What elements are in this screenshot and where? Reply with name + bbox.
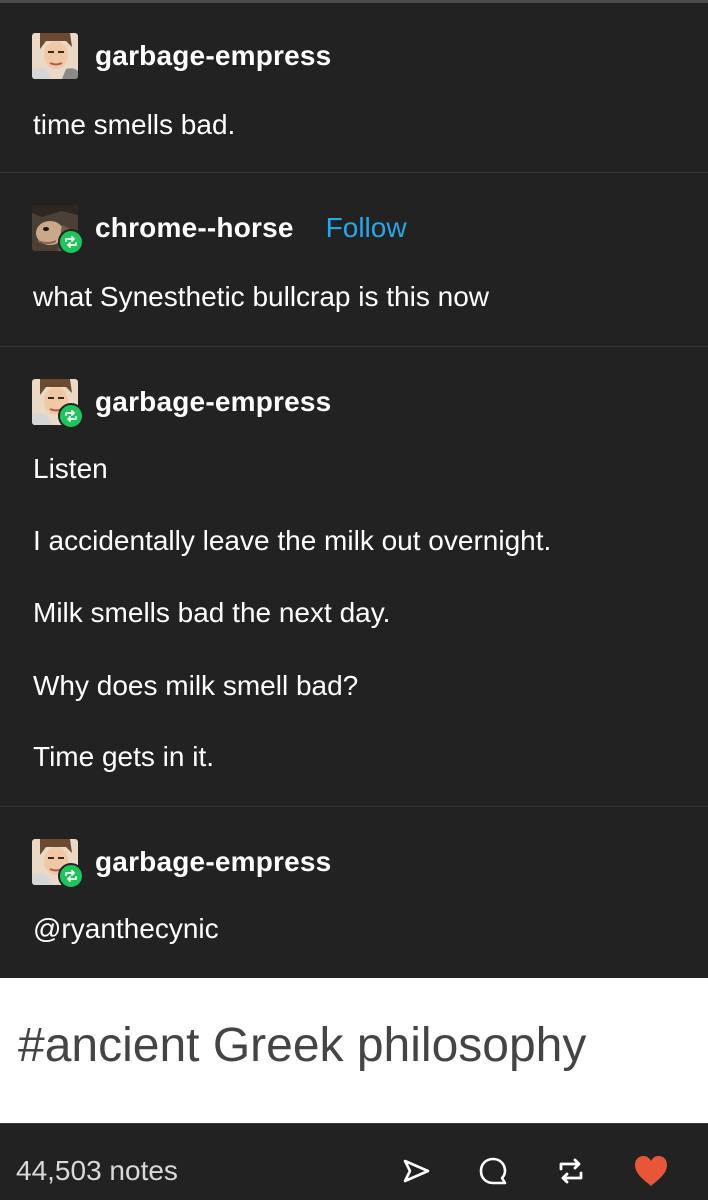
- reblog-icon: [65, 236, 77, 248]
- post-mention[interactable]: @ryanthecynic: [33, 912, 219, 946]
- post-username[interactable]: garbage-empress: [95, 40, 331, 72]
- reblog-icon[interactable]: [552, 1152, 590, 1190]
- reply-icon[interactable]: [474, 1152, 512, 1190]
- post-username[interactable]: chrome--horse: [95, 212, 294, 244]
- post-text-line: Listen: [33, 453, 108, 484]
- post-text-line: Time gets in it.: [33, 741, 215, 772]
- like-icon[interactable]: [632, 1152, 670, 1190]
- post-text-line: Why does milk smell bad?: [33, 670, 359, 701]
- post-divider: [0, 346, 708, 347]
- reblog-badge: [58, 863, 84, 889]
- post-header: garbage-empress: [32, 378, 331, 429]
- reblog-badge: [58, 229, 84, 255]
- avatar[interactable]: [32, 33, 78, 79]
- avatar[interactable]: [32, 839, 84, 889]
- top-border: [0, 0, 708, 3]
- post-header: chrome--horse Follow: [32, 204, 407, 255]
- share-icon[interactable]: [397, 1152, 435, 1190]
- avatar-image: [32, 33, 78, 79]
- avatar[interactable]: [32, 205, 84, 255]
- notes-count[interactable]: 44,503 notes: [16, 1153, 178, 1189]
- post-username[interactable]: garbage-empress: [95, 846, 331, 878]
- reblog-badge: [58, 403, 84, 429]
- post-header: garbage-empress: [32, 32, 331, 80]
- post-username[interactable]: garbage-empress: [95, 386, 331, 418]
- post-divider: [0, 172, 708, 173]
- follow-button[interactable]: Follow: [326, 212, 407, 244]
- reblog-icon: [65, 410, 77, 422]
- post-header: garbage-empress: [32, 838, 331, 889]
- post-text-line: I accidentally leave the milk out overni…: [33, 525, 552, 556]
- post-text-line: Milk smells bad the next day.: [33, 597, 391, 628]
- avatar[interactable]: [32, 379, 84, 429]
- reblog-icon: [65, 870, 77, 882]
- post-text-line: what Synesthetic bullcrap is this now: [33, 281, 489, 312]
- post-tag[interactable]: #ancient Greek philosophy: [18, 1016, 586, 1076]
- post-text-line: time smells bad.: [33, 109, 236, 140]
- post-divider: [0, 806, 708, 807]
